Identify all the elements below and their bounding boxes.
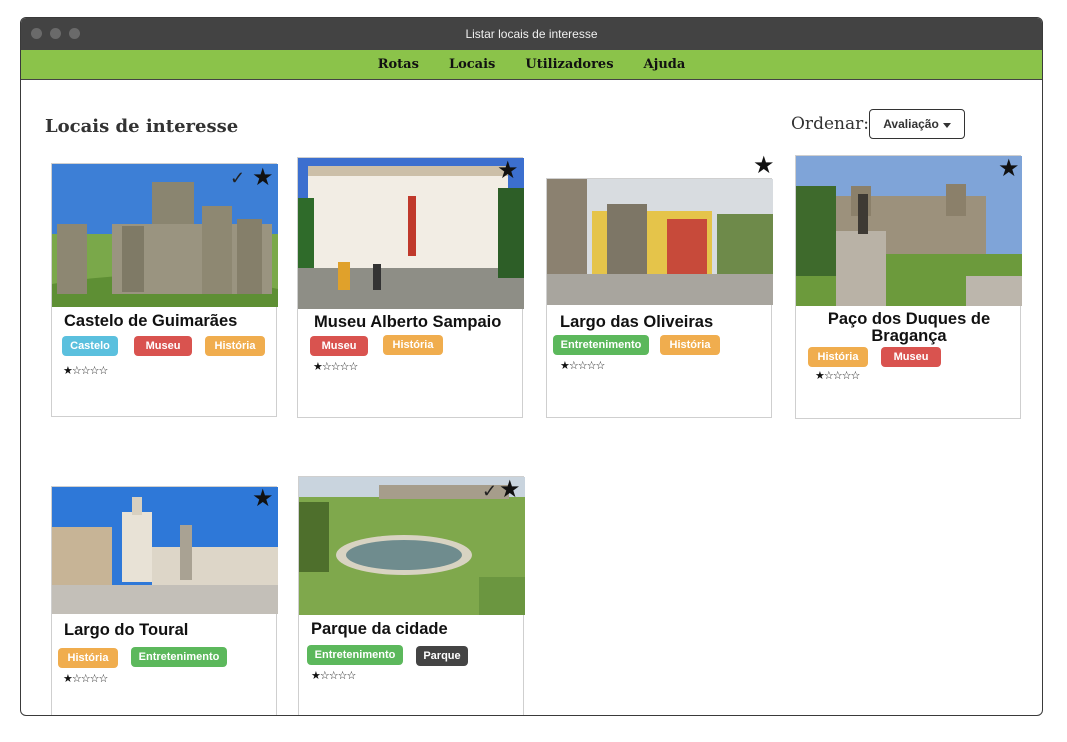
rating-stars: ★☆☆☆☆ <box>313 361 358 373</box>
window-title: Listar locais de interesse <box>465 27 598 41</box>
tag-badge[interactable]: Entretenimento <box>307 645 403 665</box>
tag-badge[interactable]: Museu <box>881 347 941 367</box>
tag-badge[interactable]: História <box>660 335 720 355</box>
visited-check-icon: ✓ <box>482 481 498 501</box>
tag-badge[interactable]: Entretenimento <box>553 335 649 355</box>
place-title[interactable]: Museu Alberto Sampaio <box>314 314 501 331</box>
place-title[interactable]: Castelo de Guimarães <box>64 313 237 330</box>
sort-value: Avaliação <box>883 117 939 131</box>
place-title[interactable]: Largo do Toural <box>64 622 188 639</box>
place-title[interactable]: Paço dos Duques de Bragança <box>806 311 1012 345</box>
favorite-star-icon[interactable]: ★ <box>499 478 521 502</box>
caret-down-icon <box>942 122 951 128</box>
nav-item-ajuda[interactable]: Ajuda <box>644 57 686 72</box>
favorite-star-icon[interactable]: ★ <box>998 157 1020 181</box>
favorite-star-icon[interactable]: ★ <box>753 154 775 178</box>
favorite-star-icon[interactable]: ★ <box>252 166 274 190</box>
close-window-button[interactable] <box>31 28 42 39</box>
place-card[interactable]: ✓ ★ Castelo de Guimarães Castelo Museu H… <box>51 163 278 417</box>
place-card[interactable]: ★ Largo das Oliveiras Entretenimento His… <box>546 154 775 418</box>
window-controls <box>31 28 80 39</box>
minimize-window-button[interactable] <box>50 28 61 39</box>
tag-badge[interactable]: Museu <box>310 336 368 356</box>
place-card[interactable]: ★ Museu Alberto Sampaio Museu História ★… <box>297 157 524 418</box>
sort-dropdown[interactable]: Avaliação <box>869 109 965 139</box>
place-photo <box>52 487 278 614</box>
tag-badge[interactable]: Museu <box>134 336 192 356</box>
tag-badge[interactable]: Parque <box>416 646 468 666</box>
sort-label: Ordenar: <box>791 114 869 134</box>
tag-badge[interactable]: Entretenimento <box>131 647 227 667</box>
favorite-star-icon[interactable]: ★ <box>252 487 274 511</box>
page-title: Locais de interesse <box>45 116 239 137</box>
app-window: Listar locais de interesse Rotas Locais … <box>20 17 1043 716</box>
rating-stars: ★☆☆☆☆ <box>63 365 108 377</box>
place-card[interactable]: ✓ ★ Parque da cidade Entretenimento Parq… <box>298 476 525 715</box>
place-photo <box>547 179 773 305</box>
tag-badge[interactable]: História <box>808 347 868 367</box>
tag-badge[interactable]: História <box>205 336 265 356</box>
rating-stars: ★☆☆☆☆ <box>311 670 356 682</box>
maximize-window-button[interactable] <box>69 28 80 39</box>
main-nav: Rotas Locais Utilizadores Ajuda <box>21 50 1042 80</box>
nav-item-utilizadores[interactable]: Utilizadores <box>525 57 613 72</box>
tag-badge[interactable]: História <box>383 335 443 355</box>
place-card[interactable]: ★ Largo do Toural História Entreteniment… <box>51 486 278 715</box>
title-bar: Listar locais de interesse <box>21 18 1042 50</box>
tag-badge[interactable]: Castelo <box>62 336 118 356</box>
place-title[interactable]: Largo das Oliveiras <box>560 314 713 331</box>
place-photo <box>796 156 1022 306</box>
nav-item-locais[interactable]: Locais <box>449 57 495 72</box>
place-card[interactable]: ★ Paço dos Duques de Bragança História M… <box>795 155 1022 419</box>
place-photo <box>298 158 524 309</box>
rating-stars: ★☆☆☆☆ <box>560 360 605 372</box>
tag-badge[interactable]: História <box>58 648 118 668</box>
rating-stars: ★☆☆☆☆ <box>63 673 108 685</box>
rating-stars: ★☆☆☆☆ <box>815 370 860 382</box>
nav-item-rotas[interactable]: Rotas <box>378 57 419 72</box>
visited-check-icon: ✓ <box>230 168 246 188</box>
place-title[interactable]: Parque da cidade <box>311 621 448 638</box>
favorite-star-icon[interactable]: ★ <box>497 159 519 183</box>
